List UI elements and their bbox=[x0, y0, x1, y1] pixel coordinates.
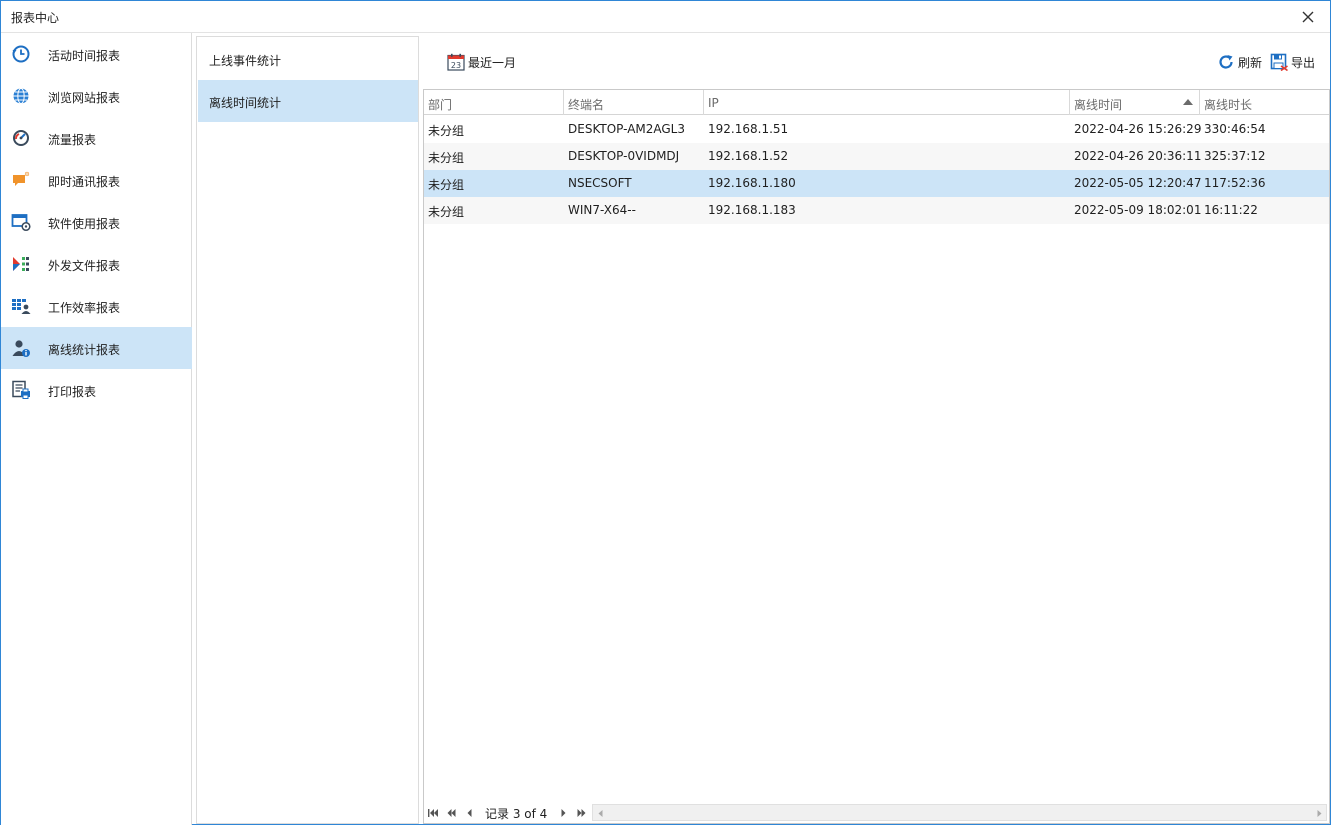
grid-footer: 记录 3 of 4 bbox=[424, 803, 1329, 823]
nav-item-label: 流量报表 bbox=[48, 133, 97, 147]
column-header-ip[interactable]: IP bbox=[704, 90, 1070, 115]
date-range-button[interactable]: 23 最近一月 bbox=[447, 52, 516, 72]
refresh-label: 刷新 bbox=[1238, 55, 1263, 70]
refresh-icon bbox=[1217, 53, 1235, 71]
report-subnav: 上线事件统计 离线时间统计 bbox=[196, 36, 419, 824]
nav-item-instant-messaging[interactable]: 即时通讯报表 bbox=[1, 159, 192, 201]
nav-item-outgoing-files[interactable]: 外发文件报表 bbox=[1, 243, 192, 285]
record-counter: 记录 3 of 4 bbox=[485, 806, 548, 821]
efficiency-grid-icon bbox=[10, 295, 32, 317]
cell-terminal-name: DESKTOP-AM2AGL3 bbox=[568, 122, 686, 136]
nav-item-activity-time[interactable]: 活动时间报表 bbox=[1, 33, 192, 75]
record-navigator: 记录 3 of 4 bbox=[427, 806, 611, 821]
export-label: 导出 bbox=[1291, 55, 1316, 70]
subnav-item-online-events[interactable]: 上线事件统计 bbox=[198, 38, 418, 80]
cell-department: 未分组 bbox=[428, 205, 465, 219]
first-page-icon[interactable] bbox=[427, 806, 439, 820]
prev-record-icon[interactable] bbox=[463, 806, 475, 820]
nav-item-traffic[interactable]: 流量报表 bbox=[1, 117, 192, 159]
next-page-icon[interactable] bbox=[575, 806, 587, 820]
nav-item-label: 浏览网站报表 bbox=[48, 91, 121, 105]
nav-item-label: 外发文件报表 bbox=[48, 259, 121, 273]
column-header-terminal-name[interactable]: 终端名 bbox=[564, 90, 704, 115]
cell-ip: 192.168.1.180 bbox=[708, 176, 796, 190]
clock-history-icon bbox=[10, 43, 32, 65]
cell-offline-duration: 117:52:36 bbox=[1204, 176, 1266, 190]
nav-item-offline-stats[interactable]: 离线统计报表 bbox=[1, 327, 192, 369]
column-header-label: 离线时长 bbox=[1204, 98, 1253, 112]
close-icon[interactable] bbox=[1296, 5, 1320, 29]
nav-item-print[interactable]: 打印报表 bbox=[1, 369, 192, 411]
calendar-day-text: 23 bbox=[451, 61, 461, 70]
grid-header: 部门 终端名 IP 离线时间 离线时长 bbox=[424, 90, 1329, 115]
cell-offline-time: 2022-05-05 12:20:47 bbox=[1074, 176, 1202, 190]
scroll-right-icon[interactable] bbox=[1314, 808, 1324, 818]
nav-item-label: 活动时间报表 bbox=[48, 49, 121, 63]
cell-terminal-name: NSECSOFT bbox=[568, 176, 632, 190]
cell-offline-duration: 16:11:22 bbox=[1204, 203, 1258, 217]
title-bar: 报表中心 bbox=[1, 1, 1330, 33]
report-center-window: 报表中心 活动时间报表 浏览网站报表 流量报表 即时通讯报表 软件使用报表 外发… bbox=[0, 0, 1331, 825]
next-record-icon[interactable] bbox=[557, 806, 569, 820]
column-header-offline-duration[interactable]: 离线时长 bbox=[1200, 90, 1329, 115]
nav-item-label: 软件使用报表 bbox=[48, 217, 121, 231]
column-header-label: 离线时间 bbox=[1074, 98, 1123, 112]
column-header-offline-time[interactable]: 离线时间 bbox=[1070, 90, 1200, 115]
cell-ip: 192.168.1.52 bbox=[708, 149, 789, 163]
table-row[interactable]: 未分组 DESKTOP-0VIDMDJ 192.168.1.52 2022-04… bbox=[424, 143, 1329, 170]
nav-item-software-usage[interactable]: 软件使用报表 bbox=[1, 201, 192, 243]
prev-page-icon[interactable] bbox=[445, 806, 457, 820]
nav-item-label: 打印报表 bbox=[48, 385, 97, 399]
cell-offline-duration: 325:37:12 bbox=[1204, 149, 1266, 163]
nav-item-web-browsing[interactable]: 浏览网站报表 bbox=[1, 75, 192, 117]
nav-item-work-efficiency[interactable]: 工作效率报表 bbox=[1, 285, 192, 327]
cell-offline-time: 2022-04-26 20:36:11 bbox=[1074, 149, 1202, 163]
date-range-label: 最近一月 bbox=[468, 55, 517, 70]
offline-stats-grid: 部门 终端名 IP 离线时间 离线时长 未分组 DESKTOP-AM2AGL3 … bbox=[423, 89, 1330, 824]
print-report-icon bbox=[10, 379, 32, 401]
horizontal-scrollbar[interactable] bbox=[592, 804, 1327, 821]
column-header-label: 终端名 bbox=[568, 98, 605, 112]
table-row[interactable]: 未分组 DESKTOP-AM2AGL3 192.168.1.51 2022-04… bbox=[424, 116, 1329, 143]
subnav-item-offline-time[interactable]: 离线时间统计 bbox=[198, 80, 418, 122]
cell-department: 未分组 bbox=[428, 178, 465, 192]
cell-offline-time: 2022-04-26 15:26:29 bbox=[1074, 122, 1202, 136]
subnav-item-label: 上线事件统计 bbox=[209, 54, 282, 68]
chat-icon bbox=[10, 169, 32, 191]
column-header-label: 部门 bbox=[428, 98, 453, 112]
sort-ascending-icon bbox=[1183, 99, 1193, 105]
subnav-item-label: 离线时间统计 bbox=[209, 96, 282, 110]
globe-icon bbox=[10, 85, 32, 107]
nav-item-label: 即时通讯报表 bbox=[48, 175, 121, 189]
export-button[interactable]: 导出 bbox=[1270, 52, 1315, 72]
table-row-selected[interactable]: 未分组 NSECSOFT 192.168.1.180 2022-05-05 12… bbox=[424, 170, 1329, 197]
file-share-icon bbox=[10, 253, 32, 275]
table-row[interactable]: 未分组 WIN7-X64-- 192.168.1.183 2022-05-09 … bbox=[424, 197, 1329, 224]
export-save-icon bbox=[1270, 53, 1288, 71]
column-header-label: IP bbox=[708, 96, 719, 110]
cell-department: 未分组 bbox=[428, 151, 465, 165]
cell-terminal-name: DESKTOP-0VIDMDJ bbox=[568, 149, 680, 163]
window-title: 报表中心 bbox=[11, 11, 60, 25]
calendar-icon: 23 bbox=[447, 53, 465, 71]
cell-offline-time: 2022-05-09 18:02:01 bbox=[1074, 203, 1202, 217]
cell-offline-duration: 330:46:54 bbox=[1204, 122, 1266, 136]
report-nav: 活动时间报表 浏览网站报表 流量报表 即时通讯报表 软件使用报表 外发文件报表 … bbox=[1, 33, 192, 825]
cell-terminal-name: WIN7-X64-- bbox=[568, 203, 636, 217]
cell-ip: 192.168.1.51 bbox=[708, 122, 789, 136]
report-toolbar: 23 最近一月 刷新 导出 bbox=[423, 36, 1330, 86]
scroll-left-icon[interactable] bbox=[595, 808, 605, 818]
user-info-icon bbox=[10, 337, 32, 359]
column-header-department[interactable]: 部门 bbox=[424, 90, 564, 115]
nav-item-label: 工作效率报表 bbox=[48, 301, 121, 315]
gauge-icon bbox=[10, 127, 32, 149]
nav-item-label: 离线统计报表 bbox=[48, 343, 121, 357]
cell-ip: 192.168.1.183 bbox=[708, 203, 796, 217]
refresh-button[interactable]: 刷新 bbox=[1217, 52, 1262, 72]
app-window-icon bbox=[10, 211, 32, 233]
cell-department: 未分组 bbox=[428, 124, 465, 138]
